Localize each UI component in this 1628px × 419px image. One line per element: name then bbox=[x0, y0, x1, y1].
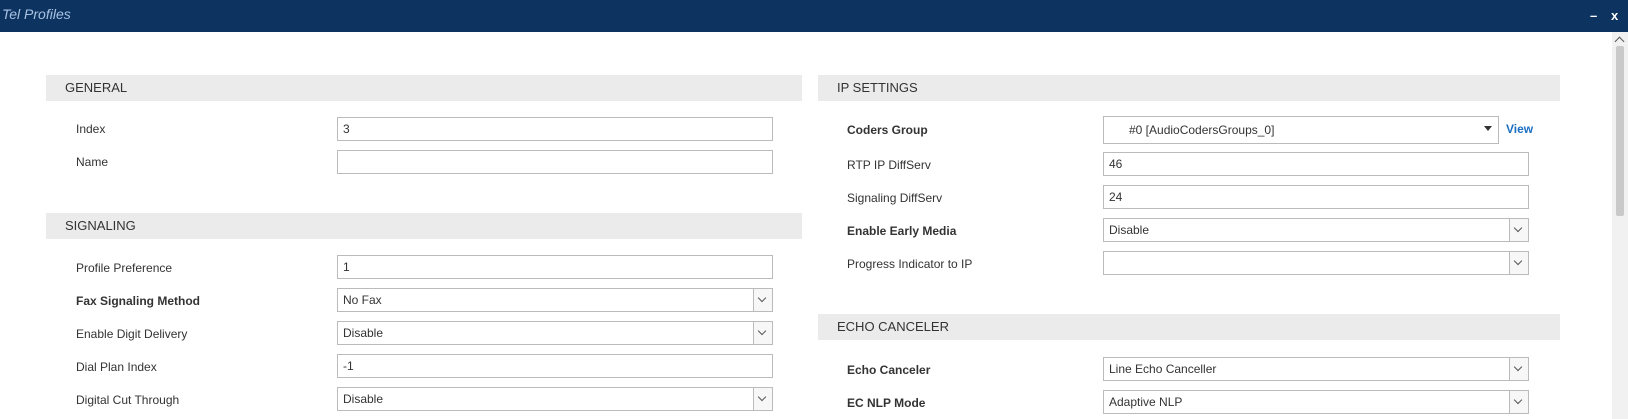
index-field[interactable]: 3 bbox=[337, 117, 773, 141]
section-header-general: GENERAL bbox=[46, 75, 802, 101]
chevron-down-icon[interactable] bbox=[1509, 252, 1528, 274]
enable-digit-delivery-label: Enable Digit Delivery bbox=[76, 327, 188, 341]
dial-plan-index-label: Dial Plan Index bbox=[76, 360, 157, 374]
coders-group-view-link[interactable]: View bbox=[1506, 122, 1533, 136]
coders-group-label: Coders Group bbox=[847, 123, 928, 137]
coders-group-select[interactable]: #0 [AudioCodersGroups_0] bbox=[1103, 116, 1499, 144]
section-header-echo-canceler: ECHO CANCELER bbox=[818, 314, 1560, 340]
echo-canceler-value: Line Echo Canceller bbox=[1109, 362, 1217, 376]
section-header-signaling: SIGNALING bbox=[46, 213, 802, 239]
progress-indicator-to-ip-select[interactable] bbox=[1103, 251, 1529, 275]
rtp-ip-diffserv-label: RTP IP DiffServ bbox=[847, 158, 931, 172]
coders-group-value: #0 [AudioCodersGroups_0] bbox=[1129, 123, 1275, 137]
ec-nlp-mode-value: Adaptive NLP bbox=[1109, 395, 1183, 409]
profile-preference-label: Profile Preference bbox=[76, 261, 173, 275]
scroll-up-arrow-icon[interactable] bbox=[1614, 36, 1625, 47]
enable-digit-delivery-value: Disable bbox=[343, 326, 384, 340]
signaling-diffserv-label: Signaling DiffServ bbox=[847, 191, 943, 205]
ec-nlp-mode-label: EC NLP Mode bbox=[847, 396, 926, 410]
digital-cut-through-label: Digital Cut Through bbox=[76, 393, 180, 407]
name-field[interactable] bbox=[337, 150, 773, 174]
enable-early-media-value: Disable bbox=[1109, 223, 1150, 237]
name-label: Name bbox=[76, 155, 109, 169]
window-title: Tel Profiles bbox=[2, 6, 71, 22]
chevron-down-icon[interactable] bbox=[1509, 219, 1528, 241]
dial-plan-index-field[interactable]: -1 bbox=[337, 354, 773, 378]
chevron-down-icon[interactable] bbox=[753, 388, 772, 410]
progress-indicator-to-ip-label: Progress Indicator to IP bbox=[847, 257, 973, 271]
enable-early-media-select[interactable]: Disable bbox=[1103, 218, 1529, 242]
chevron-down-icon[interactable] bbox=[753, 289, 772, 311]
chevron-down-icon[interactable] bbox=[753, 322, 772, 344]
close-button[interactable]: x bbox=[1611, 8, 1618, 23]
profile-preference-field[interactable]: 1 bbox=[337, 255, 773, 279]
echo-canceler-select[interactable]: Line Echo Canceller bbox=[1103, 357, 1529, 381]
title-bar: Tel Profiles – x bbox=[0, 0, 1628, 32]
vertical-scrollbar[interactable] bbox=[1612, 32, 1628, 419]
chevron-down-icon[interactable] bbox=[1509, 391, 1528, 413]
enable-early-media-label: Enable Early Media bbox=[847, 224, 957, 238]
minimize-button[interactable]: – bbox=[1590, 8, 1597, 23]
fax-signaling-method-label: Fax Signaling Method bbox=[76, 294, 201, 308]
index-label: Index bbox=[76, 122, 106, 136]
signaling-diffserv-field[interactable]: 24 bbox=[1103, 185, 1529, 209]
rtp-ip-diffserv-field[interactable]: 46 bbox=[1103, 152, 1529, 176]
echo-canceler-label: Echo Canceler bbox=[847, 363, 931, 377]
digital-cut-through-value: Disable bbox=[343, 392, 384, 406]
digital-cut-through-select[interactable]: Disable bbox=[337, 387, 773, 411]
fax-signaling-method-value: No Fax bbox=[343, 293, 382, 307]
section-header-ip-settings: IP SETTINGS bbox=[818, 75, 1560, 101]
scrollbar-thumb[interactable] bbox=[1616, 46, 1624, 216]
chevron-down-icon[interactable] bbox=[1509, 358, 1528, 380]
caret-down-icon[interactable] bbox=[1484, 126, 1492, 131]
enable-digit-delivery-select[interactable]: Disable bbox=[337, 321, 773, 345]
ec-nlp-mode-select[interactable]: Adaptive NLP bbox=[1103, 390, 1529, 414]
fax-signaling-method-select[interactable]: No Fax bbox=[337, 288, 773, 312]
